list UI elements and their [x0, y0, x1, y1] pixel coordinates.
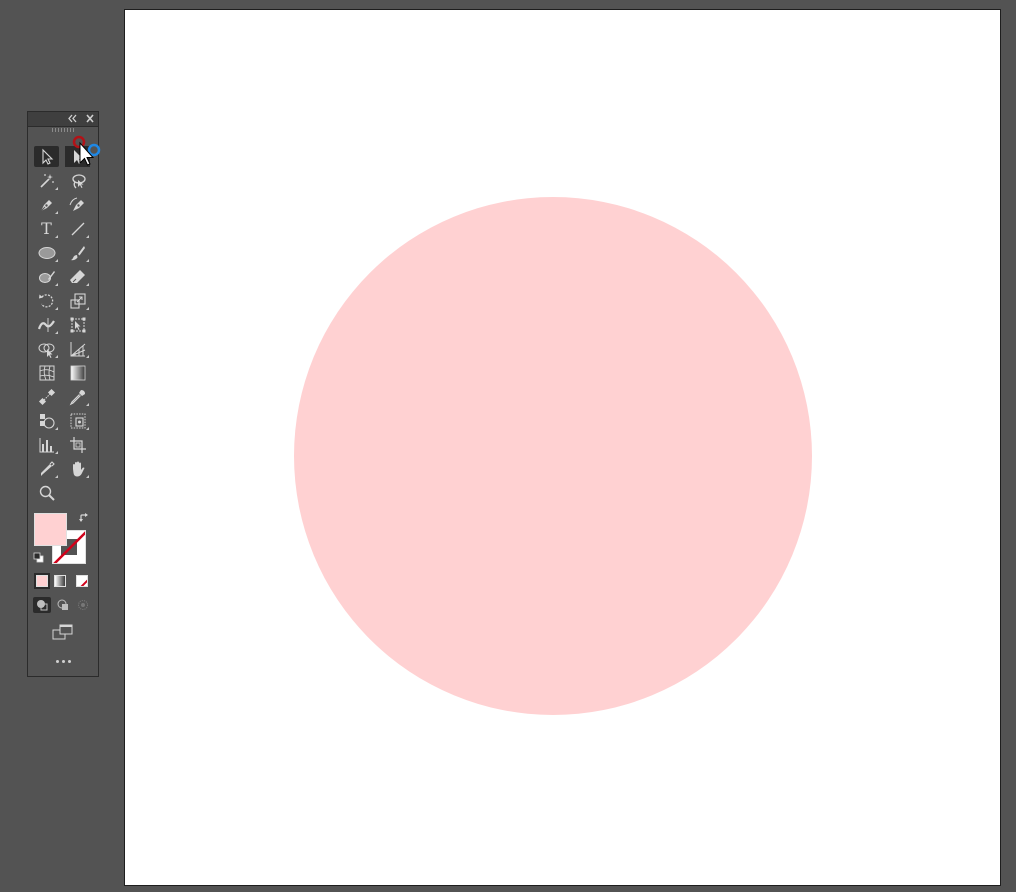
perspective-grid-tool[interactable]	[65, 338, 90, 359]
ellipse-icon	[38, 246, 55, 259]
more-dots-icon	[55, 659, 59, 663]
direct-selection-tool[interactable]	[65, 146, 90, 167]
width-tool[interactable]	[34, 314, 59, 335]
artboard[interactable]	[125, 10, 1000, 885]
brush-icon	[70, 245, 85, 260]
none-mode-button[interactable]	[76, 575, 88, 587]
type-tool[interactable]: T	[34, 218, 59, 239]
rotate-tool[interactable]	[34, 290, 59, 311]
selection-tool[interactable]	[34, 146, 59, 167]
width-icon	[37, 317, 55, 332]
eyedropper-icon	[69, 389, 85, 405]
arrow-icon	[41, 148, 53, 165]
shape-builder-icon	[38, 343, 54, 358]
stroke-swatch[interactable]	[52, 530, 86, 564]
draw-normal-button[interactable]	[33, 597, 51, 613]
symbol-sprayer-icon	[39, 413, 55, 429]
artboard-tool[interactable]	[65, 434, 90, 455]
slice-icon	[70, 413, 85, 428]
slice-tool[interactable]	[65, 410, 90, 431]
gradient-icon	[70, 365, 85, 380]
draw-inside-button[interactable]	[74, 597, 92, 613]
curvature-tool[interactable]	[65, 194, 90, 215]
edit-toolbar-button[interactable]	[52, 656, 74, 666]
mesh-tool[interactable]	[34, 362, 59, 383]
pencil-tool[interactable]	[34, 458, 59, 479]
gradient-tool[interactable]	[65, 362, 90, 383]
gradient-mode-button[interactable]	[54, 575, 66, 587]
symbol-sprayer-tool[interactable]	[34, 410, 59, 431]
swap-fill-stroke-icon[interactable]	[78, 512, 90, 524]
curvature-pen-icon	[69, 197, 84, 211]
scale-icon	[69, 292, 86, 309]
scale-tool[interactable]	[65, 290, 90, 311]
ellipse-tool[interactable]	[34, 242, 59, 263]
shaper-icon	[38, 270, 55, 283]
draw-inside-icon	[78, 600, 88, 610]
panel-header[interactable]	[28, 112, 98, 127]
lasso-tool[interactable]	[65, 170, 90, 191]
hollow-arrow-icon	[73, 149, 83, 164]
column-graph-tool[interactable]	[34, 434, 59, 455]
perspective-grid-icon	[70, 341, 85, 356]
line-icon	[71, 222, 84, 235]
draw-behind-button[interactable]	[54, 597, 72, 613]
pink-circle[interactable]	[294, 197, 812, 715]
shaper-tool[interactable]	[34, 266, 59, 287]
draw-behind-icon	[57, 599, 68, 610]
close-icon[interactable]	[84, 113, 96, 124]
free-transform-tool[interactable]	[65, 314, 90, 335]
none-icon	[80, 579, 87, 586]
free-transform-icon	[70, 317, 85, 332]
line-tool[interactable]	[65, 218, 90, 239]
zoom-tool[interactable]	[34, 482, 59, 503]
panel-grip[interactable]	[52, 128, 74, 132]
hand-icon	[72, 461, 84, 476]
color-mode-button[interactable]	[34, 573, 50, 589]
default-fill-stroke-icon[interactable]	[33, 552, 44, 563]
pen-icon	[40, 199, 52, 211]
screen-mode-icon[interactable]	[52, 624, 74, 640]
blend-icon	[38, 388, 55, 405]
magic-wand-tool[interactable]	[34, 170, 59, 191]
hand-tool[interactable]	[65, 458, 90, 479]
eyedropper-tool[interactable]	[65, 386, 90, 407]
pencil-icon	[40, 460, 55, 476]
color-chip	[36, 575, 48, 587]
blend-tool[interactable]	[34, 386, 59, 407]
tools-panel: T	[27, 111, 99, 677]
mesh-icon	[39, 365, 54, 380]
collapse-icon[interactable]	[66, 113, 78, 124]
type-icon: T	[41, 218, 52, 238]
paintbrush-tool[interactable]	[65, 242, 90, 263]
draw-normal-icon	[37, 600, 48, 611]
none-slash-icon	[53, 531, 85, 563]
zoom-icon	[39, 485, 55, 501]
pen-tool[interactable]	[34, 194, 59, 215]
magic-wand-icon	[39, 173, 54, 188]
eraser-icon	[69, 269, 85, 283]
artboard-icon	[69, 436, 86, 453]
shape-builder-tool[interactable]	[34, 338, 59, 359]
column-graph-icon	[39, 437, 54, 452]
lasso-icon	[71, 173, 86, 188]
rotate-icon	[38, 293, 53, 307]
eraser-tool[interactable]	[65, 266, 90, 287]
